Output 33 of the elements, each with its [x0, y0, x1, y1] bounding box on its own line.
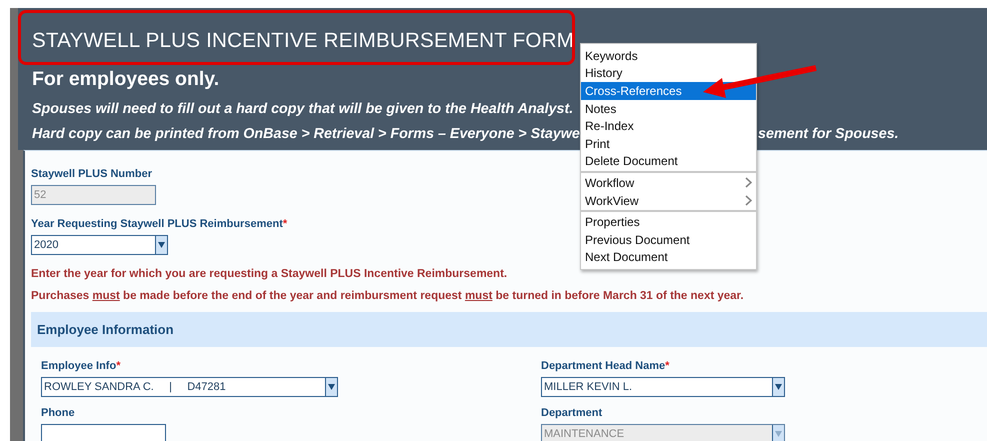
input-field[interactable] [41, 424, 166, 441]
menu-item[interactable]: Next Document [581, 248, 756, 266]
field-label: Phone [41, 406, 75, 420]
menu-item[interactable]: Properties [581, 213, 756, 231]
menu-item[interactable]: Previous Document [581, 230, 756, 249]
menu-item[interactable]: Keywords [581, 47, 756, 65]
menu-item[interactable]: Workflow [581, 174, 756, 192]
caret-icon [775, 431, 782, 437]
field-label: Year Requesting Staywell PLUS Reimbursement* [31, 217, 288, 231]
menu-item[interactable]: History [581, 64, 756, 82]
menu-item[interactable]: Notes [581, 100, 756, 118]
caret-icon [775, 384, 782, 390]
field-label: Staywell PLUS Number [31, 167, 152, 181]
instruction-text: Hard copy can be printed from OnBase > Retrieval > Forms – Everyone > Staywe [32, 126, 580, 142]
instruction-text: Spouses will need to fill out a hard copy that will be given to the Health Analyst. [32, 101, 574, 117]
warning-text: Purchases must be made before the end of the year and reimbursment request must be turned in before March 31 of the next year. [31, 289, 744, 303]
menu-item[interactable]: Re-Index [581, 117, 756, 135]
dropdown-field[interactable]: MILLER KEVIN L. [541, 377, 785, 397]
field-label: Employee Info* [41, 359, 120, 373]
warning-text: Enter the year for which you are requesting a Staywell PLUS Incentive Reimbursement. [31, 267, 508, 281]
caret-icon [158, 242, 165, 248]
menu-item[interactable]: Delete Document [581, 152, 756, 170]
caret-icon [328, 384, 335, 390]
form-title: STAYWELL PLUS INCENTIVE REIMBURSEMENT FORM [32, 28, 576, 54]
dropdown-field[interactable]: ROWLEY SANDRA C. | D47281 [41, 377, 338, 397]
instruction-text: sement for Spouses. [758, 126, 899, 143]
section-title: Employee Information [37, 320, 174, 339]
field-label: Department [541, 406, 602, 420]
menu-item[interactable]: Print [581, 134, 756, 153]
field-label: Department Head Name* [541, 359, 670, 373]
menu-item[interactable]: WorkView [581, 192, 756, 210]
subtitle: For employees only. [32, 68, 220, 90]
dropdown-field[interactable]: 2020 [31, 235, 168, 255]
